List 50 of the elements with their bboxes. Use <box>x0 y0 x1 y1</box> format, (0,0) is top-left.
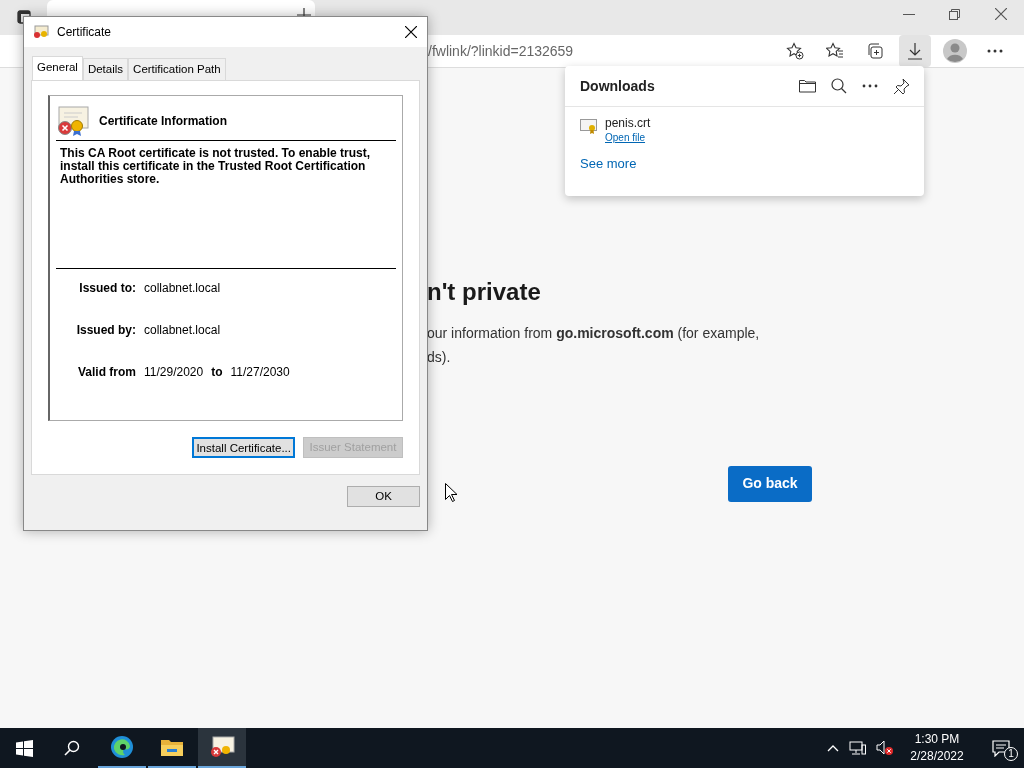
dialog-button[interactable]: Install Certificate... <box>192 437 295 459</box>
windows-logo-icon[interactable] <box>15 739 33 757</box>
minimize-icon[interactable] <box>903 14 915 16</box>
go-back-button[interactable]: Go back <box>728 465 812 502</box>
field-value: collabnet.local <box>144 322 221 340</box>
more-icon[interactable] <box>862 84 878 88</box>
chevron-up-icon[interactable] <box>827 744 839 752</box>
browser-app-icon <box>110 735 134 759</box>
page-heading: n't private <box>427 278 542 307</box>
certificate-error-icon <box>56 106 89 137</box>
field-value: collabnet.local <box>144 280 221 298</box>
pin-icon[interactable] <box>893 77 910 95</box>
field-label: Valid from <box>77 364 136 382</box>
field-label: Issued to: <box>78 280 136 298</box>
search-icon[interactable] <box>831 78 847 94</box>
volume-muted-icon[interactable] <box>876 740 894 756</box>
open-file-link[interactable]: Open file <box>605 131 646 144</box>
close-icon[interactable] <box>405 26 417 38</box>
section-title: Certificate Information <box>99 113 227 131</box>
certificate-app-icon <box>209 736 235 758</box>
search-icon[interactable] <box>64 740 80 756</box>
dialog-tab[interactable]: General <box>32 56 83 81</box>
network-icon[interactable] <box>849 740 866 756</box>
taskbar-app[interactable] <box>198 728 246 768</box>
page-text: ds). <box>427 347 452 367</box>
file-name: penis.crt <box>605 116 651 131</box>
cursor-icon <box>445 483 457 502</box>
folder-app-icon <box>161 738 183 756</box>
clock-date[interactable]: 2/28/2022 <box>910 748 964 765</box>
certificate-file-icon <box>580 119 597 134</box>
panel-title: Downloads <box>580 76 656 96</box>
field-label: Issued by: <box>75 322 136 340</box>
certificate-icon <box>33 25 49 39</box>
see-more-link[interactable]: See more <box>580 154 637 174</box>
download-icon[interactable] <box>899 35 931 67</box>
dialog-title: Certificate <box>57 24 113 41</box>
field-label: to <box>211 364 223 382</box>
address-text[interactable]: /fwlink/?linkid=2132659 <box>428 40 574 62</box>
ok-button[interactable]: OK <box>347 486 420 508</box>
restore-icon[interactable] <box>949 9 960 20</box>
trust-message: This CA Root certificate is not trusted. To enable trust, install this certificate in the Trusted Root Certification Authorities store. <box>60 147 372 187</box>
dialog-tab[interactable]: Details <box>82 58 129 81</box>
notification-icon[interactable] <box>992 739 1010 757</box>
notification-count: 1 <box>1004 747 1018 761</box>
dialog-tab[interactable]: Certification Path <box>128 58 226 81</box>
field-value: 11/27/2030 <box>230 364 290 382</box>
clock-time[interactable]: 1:30 PM <box>914 731 960 748</box>
field-value: 11/29/2020 <box>144 364 204 382</box>
page-text: our information from go.microsoft.com (for example, <box>427 323 761 343</box>
folder-icon[interactable] <box>799 79 816 93</box>
